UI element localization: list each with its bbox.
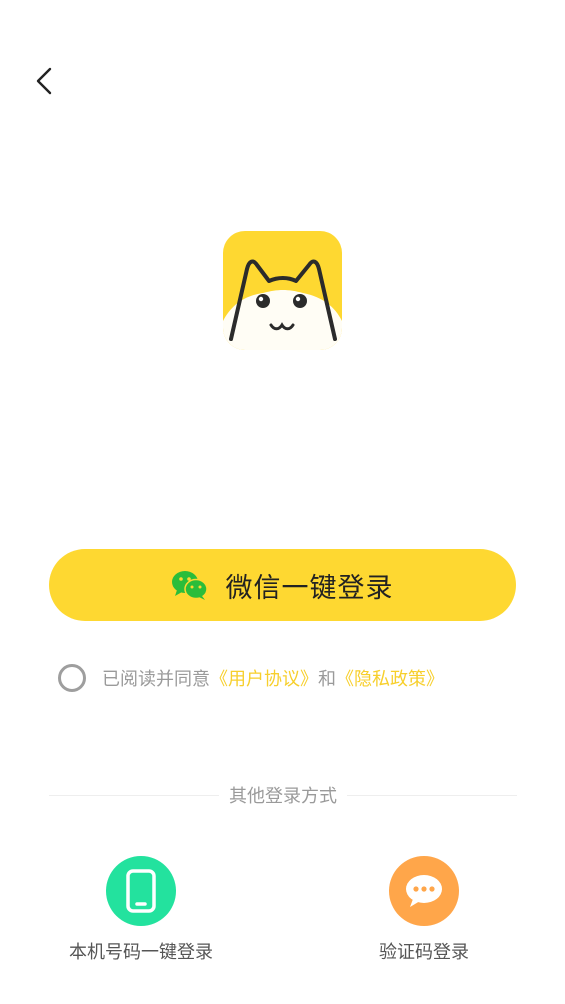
other-login-title: 其他登录方式 — [229, 786, 337, 807]
agreement-row: 已阅读并同意《用户协议》和《隐私政策》 — [58, 662, 444, 694]
privacy-policy-link[interactable]: 《隐私政策》 — [336, 669, 444, 690]
phone-login-circle — [106, 856, 176, 926]
phone-login-button[interactable]: 本机号码一键登录 — [51, 856, 231, 964]
phone-icon — [126, 869, 156, 913]
back-button[interactable] — [26, 60, 66, 100]
agreement-radio[interactable] — [58, 664, 86, 692]
wechat-login-label: 微信一键登录 — [225, 572, 394, 604]
cat-logo-icon — [223, 231, 342, 350]
other-login-divider: 其他登录方式 — [49, 781, 517, 809]
wechat-login-button[interactable]: 微信一键登录 — [49, 549, 516, 621]
agreement-conjunction: 和 — [318, 669, 336, 690]
app-logo — [223, 231, 342, 350]
code-login-label: 验证码登录 — [379, 942, 469, 963]
user-agreement-link[interactable]: 《用户协议》 — [210, 669, 318, 690]
code-login-circle — [389, 856, 459, 926]
chevron-left-icon — [36, 67, 52, 95]
wechat-icon — [171, 570, 208, 600]
chat-bubble-icon — [406, 875, 442, 907]
phone-login-label: 本机号码一键登录 — [69, 942, 213, 963]
code-login-button[interactable]: 验证码登录 — [334, 856, 514, 964]
agreement-text: 已阅读并同意《用户协议》和《隐私政策》 — [102, 665, 444, 691]
divider-line-left — [49, 794, 219, 796]
agreement-prefix: 已阅读并同意 — [102, 669, 210, 690]
divider-line-right — [347, 794, 517, 796]
